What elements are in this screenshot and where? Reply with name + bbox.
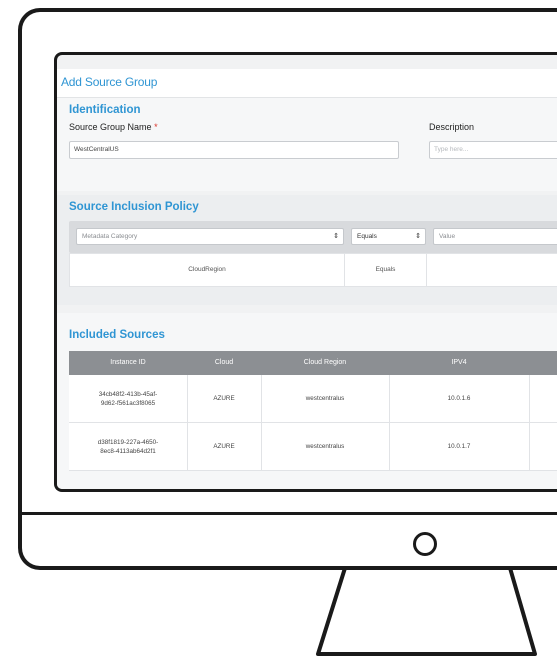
value-placeholder: Value — [439, 233, 456, 240]
select-caret-icon: ⇕ — [333, 233, 339, 240]
table-header: Instance ID Cloud Cloud Region IPV4 — [69, 351, 557, 375]
page-title: Add Source Group — [61, 75, 158, 89]
description-input[interactable]: Type here... — [429, 141, 557, 159]
monitor-frame: Add Source Group Identification Source G… — [18, 8, 557, 570]
cell-cloud: AZURE — [213, 395, 235, 402]
table-row[interactable]: 34cb48f2-413b-45af- 9d62-f561ac3f8065 AZ… — [69, 375, 557, 423]
col-cloud[interactable]: Cloud — [187, 351, 261, 375]
cell-region: westcentralus — [305, 443, 345, 450]
cell-cloud: AZURE — [213, 443, 235, 450]
rule-operator: Equals — [375, 266, 396, 273]
policy-rule-builder: Metadata Category ⇕ Equals ⇕ Value — [69, 221, 557, 253]
cell-ipv4: 10.0.1.6 — [447, 395, 471, 402]
table-row[interactable]: d38f1819-227a-4650- 8ec8-4113ab64d2f1 AZ… — [69, 423, 557, 471]
col-ipv4[interactable]: IPV4 — [389, 351, 529, 375]
cell-region: westcentralus — [305, 395, 345, 402]
divider — [529, 375, 530, 422]
source-group-name-label: Source Group Name * — [69, 122, 158, 132]
source-group-name-label-text: Source Group Name — [69, 122, 152, 132]
rule-value: westcentralus — [427, 254, 557, 286]
divider — [529, 423, 530, 470]
inclusion-policy-title: Source Inclusion Policy — [69, 201, 199, 213]
col-instance-id[interactable]: Instance ID — [69, 351, 187, 375]
rule-category: CloudRegion — [188, 266, 226, 273]
operator-select[interactable]: Equals ⇕ — [351, 228, 426, 245]
monitor-screen: Add Source Group Identification Source G… — [54, 52, 557, 492]
cell-ipv4: 10.0.1.7 — [447, 443, 471, 450]
monitor-chin-divider — [22, 512, 557, 515]
metadata-category-placeholder: Metadata Category — [82, 233, 138, 240]
instance-id-line1: d38f1819-227a-4650- — [97, 438, 159, 446]
source-group-name-input[interactable]: WestCentralUS — [69, 141, 399, 159]
value-input[interactable]: Value — [433, 228, 557, 245]
identification-title: Identification — [69, 104, 141, 116]
select-caret-icon: ⇕ — [415, 233, 421, 240]
monitor-stand — [316, 568, 537, 656]
identification-section: Identification Source Group Name * WestC… — [57, 98, 557, 191]
instance-id-line2: 8ec8-4113ab64d2f1 — [100, 447, 156, 455]
required-marker: * — [154, 122, 158, 132]
included-sources-title: Included Sources — [69, 329, 165, 341]
policy-rule-row: CloudRegion Equals westcentralus — [69, 253, 557, 287]
metadata-category-select[interactable]: Metadata Category ⇕ — [76, 228, 344, 245]
col-cloud-region[interactable]: Cloud Region — [261, 351, 389, 375]
page-header: Add Source Group — [57, 69, 557, 98]
instance-id-line1: 34cb48f2-413b-45af- — [98, 390, 158, 398]
power-button-icon — [413, 532, 437, 556]
cell-instance-id: 34cb48f2-413b-45af- 9d62-f561ac3f8065 — [69, 375, 187, 422]
cell-instance-id: d38f1819-227a-4650- 8ec8-4113ab64d2f1 — [69, 423, 187, 470]
operator-value: Equals — [357, 233, 377, 240]
description-label: Description — [429, 122, 475, 132]
instance-id-line2: 9d62-f561ac3f8065 — [100, 399, 156, 407]
